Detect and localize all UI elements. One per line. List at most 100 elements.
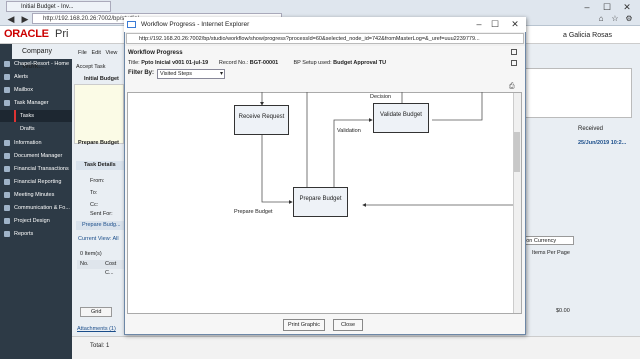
oracle-logo: ORACLE [4,28,49,40]
sidebar-item-label: Chapel-Resort - Home [14,61,70,67]
task-details-header[interactable]: Task Details [76,161,124,170]
footer-bar [72,336,640,359]
sidebar-item-reports[interactable]: Reports [0,228,72,240]
record-value: BGT-00001 [249,60,279,66]
popup-maximize-icon[interactable]: ☐ [486,17,504,32]
sidebar-item-label: Drafts [20,126,35,132]
sidebar-item-label: Reports [14,231,34,237]
edge-label-prepare-budget: Prepare Budget [234,209,273,215]
sidebar-item-alerts[interactable]: Alerts [0,71,72,83]
current-view-value[interactable]: All [112,236,118,242]
current-view-label: Current View: All [78,236,119,242]
popup-restore-icon[interactable] [511,49,517,55]
accept-task-button[interactable]: Accept Task [76,64,106,70]
sidebar-item-document-manager[interactable]: Document Manager [0,150,72,162]
home-icon [4,61,10,67]
menu-bar: File Edit View [78,50,117,56]
sidebar-item-label: Communication & Fo... [14,205,70,211]
total-count: Total: 1 [90,343,110,349]
browser-tab[interactable]: Initial Budget - Inv... [6,1,111,12]
canvas-scroll-thumb[interactable] [514,132,520,172]
sidebar-item-label: Meeting Minutes [14,192,55,198]
filter-value: Visited Steps [160,71,193,77]
column-cost[interactable]: Cost C... [105,260,124,278]
amount-value: $0.00 [556,308,570,314]
popup-address-bar[interactable]: http://192.168.20.26:7002/bp/studio/work… [126,33,524,44]
communication-icon [4,205,10,211]
canvas-scrollbar[interactable] [513,93,521,313]
sidebar-item-label: Alerts [14,74,29,80]
prepare-budget-section[interactable]: Prepare Budg... [76,221,124,230]
sidebar-item-label: Financial Transactions [14,166,69,172]
popup-window-icon[interactable] [511,60,517,66]
sidebar-item-tasks[interactable]: Tasks [0,110,72,122]
ie-logo-icon [127,21,136,28]
task-icon [4,100,10,106]
print-icon[interactable]: ⎙ [509,83,515,91]
received-value: 25/Jun/2019 10:2... [578,140,627,146]
sidebar-item-label: Document Manager [14,153,63,159]
sidebar-item-project-design[interactable]: Project Design [0,215,72,227]
record-panel [74,84,124,144]
setup-value: Budget Approval TU [333,60,387,66]
finance-icon [4,166,10,172]
column-no[interactable]: No. [80,260,89,269]
sidebar-item-label: Financial Reporting [14,179,62,185]
user-name[interactable]: a Galicia Rosas [563,32,612,39]
workflow-heading: Workflow Progress [128,50,183,56]
menu-file[interactable]: File [78,50,87,56]
design-icon [4,218,10,224]
workflow-meta: Title: Ppto Inicial v001 01-jul-19 Recor… [128,60,518,66]
menu-view[interactable]: View [106,50,118,56]
title-value: Ppto Inicial v001 01-jul-19 [141,60,209,66]
setup-label: BP Setup used: [293,60,332,66]
alert-icon [4,74,10,80]
sidebar-item-financial-reporting[interactable]: Financial Reporting [0,176,72,188]
edge-label-validation: Validation [337,128,361,134]
attachments-link[interactable]: Attachments (1) [77,326,116,332]
title-label: Title: [128,60,140,66]
initial-budget-label: Initial Budget [84,76,119,82]
node-receive-request[interactable]: Receive Request [234,105,289,135]
to-label: To: [90,190,98,196]
sidebar-item-label: Mailbox [14,87,33,93]
sidebar-item-drafts[interactable]: Drafts [0,123,72,135]
sidebar-item-label: Task Manager [14,100,49,106]
company-workspace-tab[interactable]: Company Work... [12,44,72,70]
currency-select[interactable]: ion Currency [522,236,574,245]
active-marker [14,110,16,122]
sidebar-item-information[interactable]: Information [0,137,72,149]
cc-label: Cc: [90,202,99,208]
sidebar-item-communication[interactable]: Communication & Fo... [0,202,72,214]
sidebar-item-task-manager[interactable]: Task Manager [0,97,72,109]
sidebar-item-home[interactable]: Chapel-Resort - Home [0,58,72,70]
meeting-icon [4,192,10,198]
items-count: 0 Item(s) [80,251,102,257]
edge-validate-out [432,92,483,121]
table-header: No. Cost C... [77,260,124,276]
filter-label: Filter By: [128,70,155,76]
menu-edit[interactable]: Edit [91,50,100,56]
close-button[interactable]: Close [333,319,363,331]
prepare-budget-label: Prepare Budget [78,140,119,146]
sidebar-item-meeting-minutes[interactable]: Meeting Minutes [0,189,72,201]
comment-box[interactable] [522,68,632,118]
sidebar-nav: Chapel-Resort - Home Alerts Mailbox Task… [0,58,72,338]
print-graphic-button[interactable]: Print Graphic [283,319,325,331]
popup-close-icon[interactable]: ✕ [506,17,524,32]
sidebar-item-financial-transactions[interactable]: Financial Transactions [0,163,72,175]
filter-select[interactable]: Visited Steps ▾ [157,69,225,79]
sidebar-item-mailbox[interactable]: Mailbox [0,84,72,96]
node-prepare-budget[interactable]: Prepare Budget [293,187,348,217]
grid-button[interactable]: Grid [80,307,112,317]
report-icon [4,179,10,185]
gear-icon[interactable]: ⚙ [620,12,638,26]
items-per-page[interactable]: Items Per Page [532,250,570,256]
chevron-down-icon: ▾ [219,71,223,77]
document-icon [4,153,10,159]
edge-receive-to-prepare [261,135,293,204]
info-icon [4,140,10,146]
mail-icon [4,87,10,93]
node-validate-budget[interactable]: Validate Budget [373,103,429,133]
popup-title-bar: Workflow Progress - Internet Explorer [124,17,526,32]
